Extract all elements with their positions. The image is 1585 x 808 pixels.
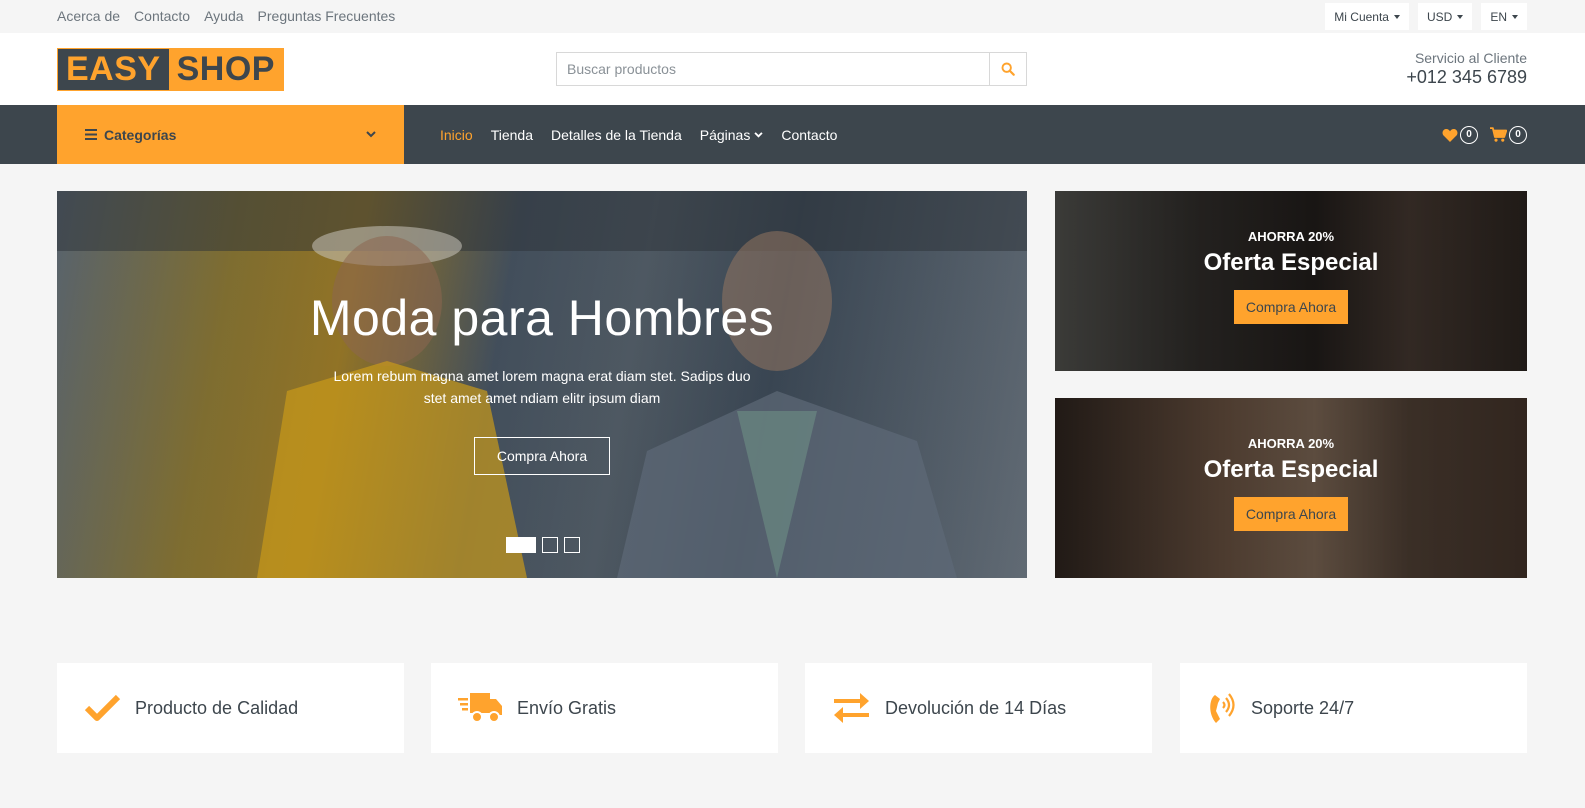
feature-label: Envío Gratis [517, 697, 617, 718]
logo-part-easy: EASY [58, 49, 169, 90]
service-phone: +012 345 6789 [1406, 67, 1527, 87]
feature-label: Producto de Calidad [135, 697, 299, 718]
nav-pages[interactable]: Páginas [700, 127, 764, 143]
feature-returns: Devolución de 14 Días [805, 663, 1152, 753]
nav-contact[interactable]: Contacto [781, 127, 837, 143]
special-offer-card: AHORRA 20% Oferta Especial Compra Ahora [1055, 398, 1527, 578]
offer-shop-now-button[interactable]: Compra Ahora [1233, 290, 1349, 324]
currency-label: USD [1426, 9, 1453, 24]
account-label: Mi Cuenta [1334, 9, 1389, 24]
categories-toggle[interactable]: Categorías [57, 105, 404, 164]
top-links: Acerca de Contacto Ayuda Preguntas Frecu… [57, 8, 395, 24]
feature-support: Soporte 24/7 [1180, 663, 1527, 753]
hero-content: Moda para Hombres Lorem rebum magna amet… [57, 289, 1027, 475]
wishlist-count: 0 [1460, 125, 1478, 144]
contact-link[interactable]: Contacto [134, 8, 190, 24]
carousel-indicators [506, 537, 580, 553]
caret-down-icon [1457, 14, 1464, 19]
site-header: EASY SHOP Servicio al Cliente +012 345 6… [0, 33, 1585, 105]
about-link[interactable]: Acerca de [57, 8, 120, 24]
nav-pages-label: Páginas [699, 126, 751, 143]
phone-volume-icon [1210, 693, 1235, 723]
offer-title: Oferta Especial [1203, 249, 1379, 276]
main-navbar: Categorías Inicio Tienda Detalles de la … [0, 105, 1585, 164]
site-logo[interactable]: EASY SHOP [57, 48, 284, 91]
search-input[interactable] [557, 53, 989, 85]
search-button[interactable] [989, 53, 1026, 85]
search-icon [1001, 62, 1015, 76]
customer-service: Servicio al Cliente +012 345 6789 [1406, 50, 1527, 88]
shipping-truck-icon [458, 693, 502, 723]
cart-count: 0 [1509, 125, 1527, 144]
check-icon [84, 694, 121, 721]
offer-discount: AHORRA 20% [1247, 229, 1335, 244]
heart-icon [1442, 128, 1458, 142]
currency-dropdown[interactable]: USD [1417, 3, 1473, 30]
top-bar: Acerca de Contacto Ayuda Preguntas Frecu… [0, 0, 1585, 33]
top-dropdowns: Mi Cuenta USD EN [1325, 3, 1527, 30]
chevron-down-icon [366, 131, 376, 138]
bars-icon [85, 129, 97, 140]
feature-quality: Producto de Calidad [57, 663, 404, 753]
offer-title: Oferta Especial [1203, 456, 1379, 483]
categories-label: Categorías [104, 126, 177, 143]
nav-shop[interactable]: Tienda [491, 127, 533, 143]
caret-down-icon [1393, 14, 1400, 19]
special-offer-card: AHORRA 20% Oferta Especial Compra Ahora [1055, 191, 1527, 371]
feature-label: Devolución de 14 Días [885, 697, 1067, 718]
hero-text: Lorem rebum magna amet lorem magna erat … [333, 368, 751, 406]
service-label: Servicio al Cliente [1414, 50, 1527, 66]
cart-button[interactable]: 0 [1490, 125, 1527, 144]
account-dropdown[interactable]: Mi Cuenta [1325, 3, 1409, 30]
hero-shop-now-button[interactable]: Compra Ahora [473, 437, 611, 475]
hero-carousel: Moda para Hombres Lorem rebum magna amet… [57, 191, 1027, 578]
nav-links: Inicio Tienda Detalles de la Tienda Pági… [440, 105, 837, 164]
nav-home[interactable]: Inicio [440, 127, 473, 143]
faq-link[interactable]: Preguntas Frecuentes [258, 8, 396, 24]
offer-shop-now-button[interactable]: Compra Ahora [1233, 497, 1349, 531]
feature-free-shipping: Envío Gratis [431, 663, 778, 753]
offer-discount: AHORRA 20% [1247, 436, 1335, 451]
language-dropdown[interactable]: EN [1481, 3, 1527, 30]
wishlist-button[interactable]: 0 [1442, 125, 1478, 144]
carousel-indicator-3[interactable] [564, 537, 580, 553]
nav-shop-detail[interactable]: Detalles de la Tienda [551, 127, 682, 143]
carousel-indicator-1[interactable] [506, 537, 536, 553]
feature-label: Soporte 24/7 [1251, 697, 1355, 718]
exchange-arrows-icon [834, 693, 869, 723]
carousel-indicator-2[interactable] [542, 537, 558, 553]
logo-part-shop: SHOP [168, 49, 283, 90]
language-label: EN [1490, 9, 1507, 24]
nav-icons: 0 0 [1442, 105, 1527, 164]
shopping-cart-icon [1490, 127, 1507, 142]
search-form [556, 52, 1027, 86]
help-link[interactable]: Ayuda [204, 8, 243, 24]
hero-title: Moda para Hombres [309, 290, 775, 346]
caret-down-icon [1512, 14, 1518, 19]
chevron-down-icon [754, 131, 763, 138]
